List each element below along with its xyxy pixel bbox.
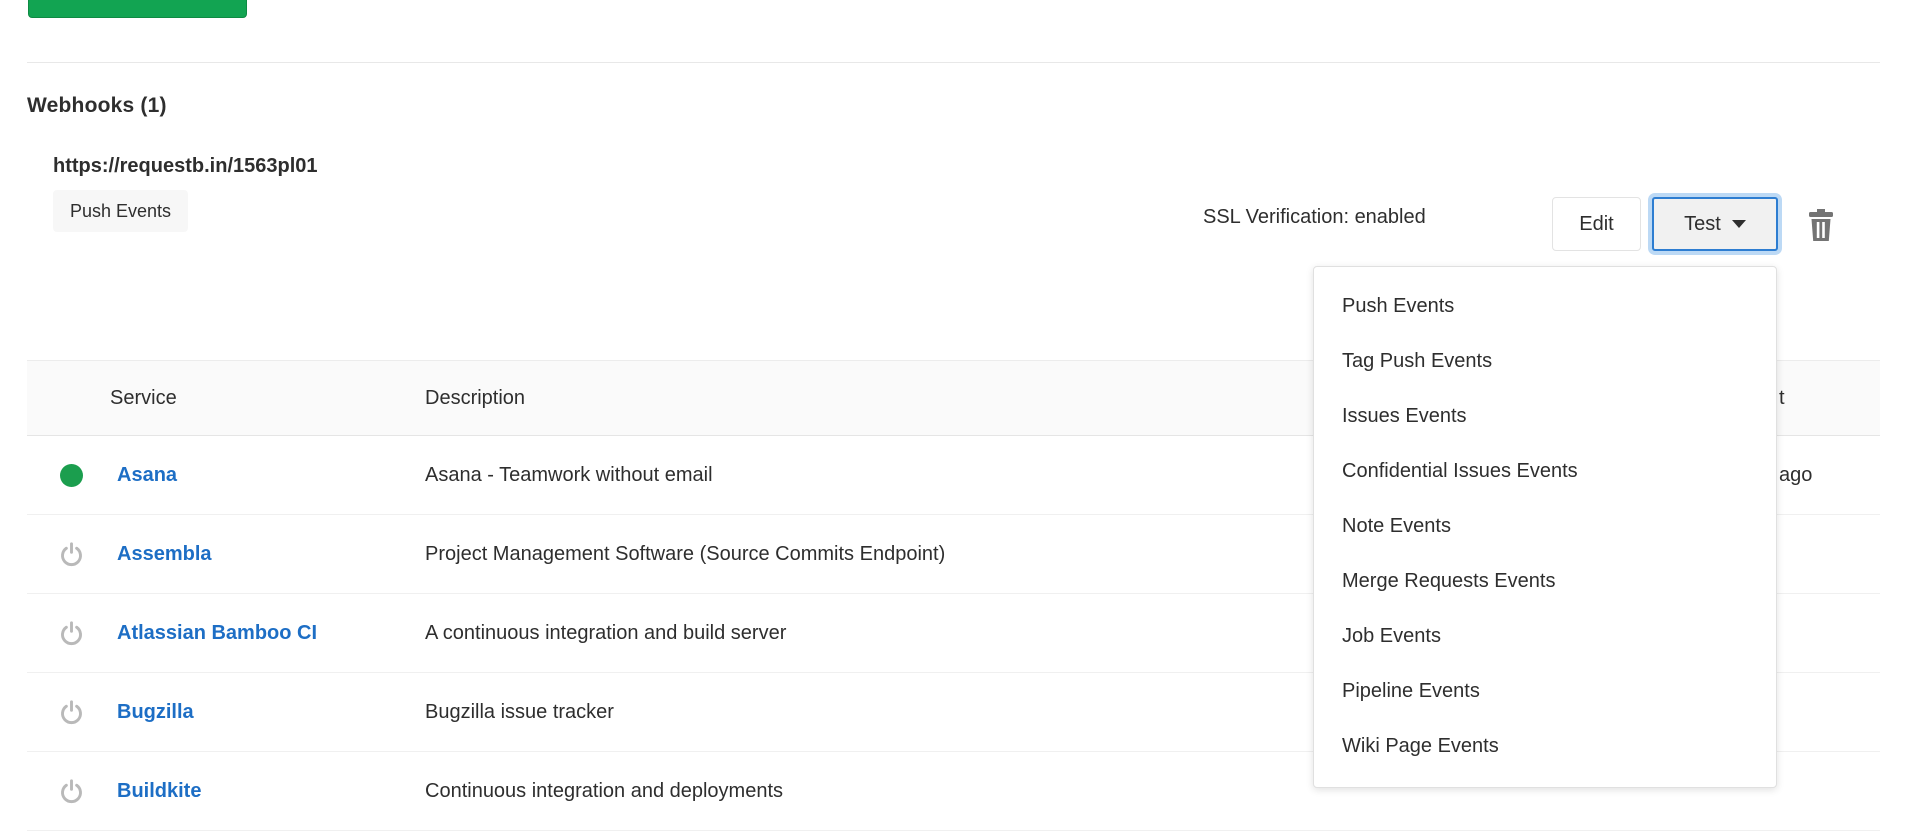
dropdown-item-wiki-page-events[interactable]: Wiki Page Events — [1314, 719, 1776, 774]
chevron-down-icon — [1732, 220, 1746, 228]
delete-webhook-button[interactable] — [1806, 209, 1836, 241]
power-icon — [49, 673, 93, 751]
ssl-verification-status: SSL Verification: enabled — [1203, 206, 1426, 229]
test-dropdown-button[interactable]: Test — [1652, 197, 1778, 251]
column-header-description: Description — [425, 361, 525, 435]
power-icon — [49, 515, 93, 593]
column-header-service: Service — [110, 361, 177, 435]
service-link-bugzilla[interactable]: Bugzilla — [117, 673, 194, 751]
service-link-asana[interactable]: Asana — [117, 436, 177, 514]
last-edit-cell-fragment: ago — [1779, 436, 1812, 514]
dropdown-item-note-events[interactable]: Note Events — [1314, 499, 1776, 554]
test-dropdown-menu: Push Events Tag Push Events Issues Event… — [1313, 266, 1777, 788]
power-icon — [49, 752, 93, 830]
service-description: Bugzilla issue tracker — [425, 673, 614, 751]
dropdown-item-pipeline-events[interactable]: Pipeline Events — [1314, 664, 1776, 719]
status-active-icon — [49, 436, 93, 514]
service-description: Project Management Software (Source Comm… — [425, 515, 945, 593]
service-description: Continuous integration and deployments — [425, 752, 783, 830]
webhook-url: https://requestb.in/1563pl01 — [53, 155, 318, 178]
service-description: A continuous integration and build serve… — [425, 594, 786, 672]
dropdown-item-confidential-issues-events[interactable]: Confidential Issues Events — [1314, 444, 1776, 499]
service-description: Asana - Teamwork without email — [425, 436, 713, 514]
dropdown-item-merge-requests-events[interactable]: Merge Requests Events — [1314, 554, 1776, 609]
section-divider — [27, 62, 1880, 63]
test-button-label: Test — [1684, 213, 1721, 236]
service-link-atlassian-bamboo-ci[interactable]: Atlassian Bamboo CI — [117, 594, 317, 672]
power-icon — [49, 594, 93, 672]
dropdown-item-tag-push-events[interactable]: Tag Push Events — [1314, 334, 1776, 389]
trash-icon — [1806, 209, 1836, 241]
webhook-event-badge: Push Events — [53, 190, 188, 232]
add-webhook-button[interactable] — [28, 0, 247, 18]
column-header-last-edit-fragment: t — [1779, 361, 1785, 435]
edit-button-label: Edit — [1579, 213, 1613, 236]
service-link-assembla[interactable]: Assembla — [117, 515, 212, 593]
dropdown-item-job-events[interactable]: Job Events — [1314, 609, 1776, 664]
edit-button[interactable]: Edit — [1552, 197, 1641, 251]
dropdown-item-issues-events[interactable]: Issues Events — [1314, 389, 1776, 444]
service-link-buildkite[interactable]: Buildkite — [117, 752, 201, 830]
dropdown-item-push-events[interactable]: Push Events — [1314, 279, 1776, 334]
page-title: Webhooks (1) — [27, 94, 167, 118]
